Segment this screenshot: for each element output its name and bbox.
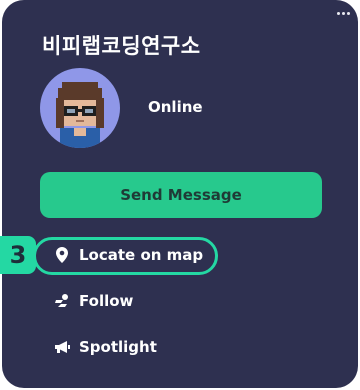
more-options-icon[interactable] [334,8,352,18]
spotlight-label: Spotlight [79,338,157,356]
user-profile-card: 비피랩코딩연구소 Online Send Message Locate on m… [2,0,358,388]
user-name: 비피랩코딩연구소 [42,34,201,58]
step-badge: 3 [0,236,36,274]
megaphone-icon [54,339,70,355]
follow-runner-icon [54,293,70,309]
spotlight-button[interactable]: Spotlight [54,338,157,356]
avatar [40,68,120,148]
locate-highlight-outline [33,237,218,275]
status-text: Online [148,98,203,116]
follow-button[interactable]: Follow [54,292,133,310]
follow-label: Follow [79,292,134,310]
send-message-button[interactable]: Send Message [40,172,322,218]
pixel-avatar-icon [56,82,104,148]
